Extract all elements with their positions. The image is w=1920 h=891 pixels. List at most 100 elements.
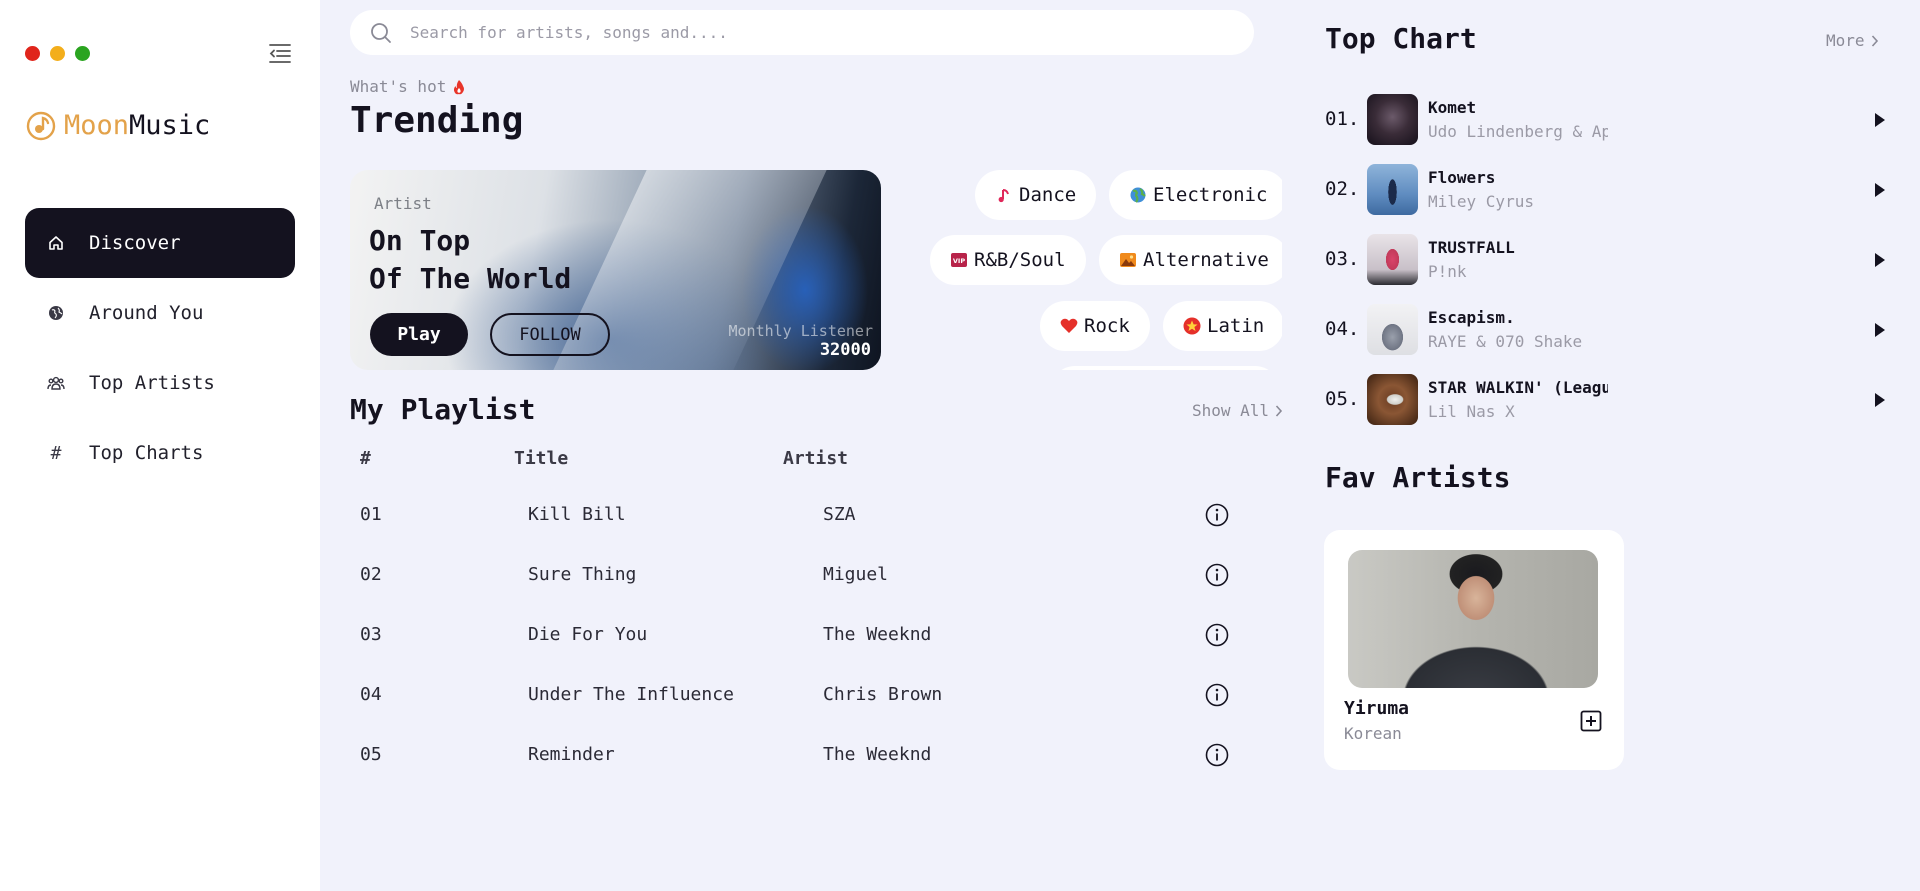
- nav-item-top-artists[interactable]: Top Artists: [25, 348, 295, 418]
- genre-label: Latin: [1207, 315, 1265, 337]
- chevron-right-icon: [1871, 34, 1878, 47]
- playlist-row[interactable]: 01 Kill Bill SZA: [350, 500, 1250, 560]
- play-icon[interactable]: [1875, 393, 1885, 407]
- hero-title: On Top Of The World: [369, 222, 571, 298]
- home-icon: [47, 234, 65, 252]
- monthly-listener-label: Monthly Listener: [728, 322, 874, 340]
- genre-label: Alternative: [1143, 249, 1269, 271]
- brand-name-moon: Moon: [64, 110, 130, 141]
- sidebar: MoonMusic Discover Around You Top Artist…: [0, 0, 320, 891]
- play-icon[interactable]: [1875, 113, 1885, 127]
- nav-label: Around You: [89, 302, 204, 324]
- playlist-row[interactable]: 05 Reminder The Weeknd: [350, 740, 1250, 800]
- genre-label: R&B/Soul: [974, 249, 1066, 271]
- hero-title-line1: On Top: [369, 224, 471, 257]
- play-icon[interactable]: [1875, 183, 1885, 197]
- chart-song-title: STAR WALKIN' (League of Legends Worlds A…: [1428, 378, 1608, 397]
- more-label: More: [1826, 31, 1865, 50]
- info-icon[interactable]: [1205, 623, 1229, 647]
- info-icon[interactable]: [1205, 683, 1229, 707]
- main-nav: Discover Around You Top Artists # Top Ch…: [25, 208, 295, 488]
- genre-label: Rock: [1084, 315, 1130, 337]
- menu-collapse-icon: [269, 44, 291, 63]
- genre-chip-rnb-soul[interactable]: VIP R&B/Soul: [930, 235, 1086, 285]
- playlist-row-title: Die For You: [528, 624, 648, 645]
- nav-item-discover[interactable]: Discover: [25, 208, 295, 278]
- genre-chip-dance[interactable]: Dance: [975, 170, 1097, 220]
- chart-rank: 02.: [1325, 178, 1360, 200]
- image-icon: [1119, 251, 1137, 269]
- play-icon[interactable]: [1875, 323, 1885, 337]
- playlist-row[interactable]: 03 Die For You The Weeknd: [350, 620, 1250, 680]
- chart-song-title: Escapism.: [1428, 308, 1515, 327]
- trending-title: Trending: [350, 100, 524, 141]
- info-icon[interactable]: [1205, 563, 1229, 587]
- search-bar: [350, 10, 1254, 55]
- chevron-right-icon: [1275, 404, 1283, 417]
- fire-icon: [454, 79, 465, 94]
- chart-song-artist: Miley Cyrus: [1428, 192, 1534, 211]
- chart-song-artist: Lil Nas X: [1428, 402, 1515, 421]
- globe-icon: [47, 304, 65, 322]
- maximize-window-button[interactable]: [75, 46, 90, 61]
- info-icon[interactable]: [1205, 503, 1229, 527]
- nav-item-top-charts[interactable]: # Top Charts: [25, 418, 295, 488]
- playlist-row-num: 05: [360, 744, 382, 765]
- chart-song-title: Flowers: [1428, 168, 1496, 187]
- top-chart-item[interactable]: 03. TRUSTFALL P!nk: [1325, 234, 1885, 286]
- chart-song-title: Komet: [1428, 98, 1477, 117]
- chart-rank: 05.: [1325, 388, 1360, 410]
- playlist-row-num: 02: [360, 564, 382, 585]
- hero-title-line2: Of The World: [369, 262, 572, 295]
- playlist-header-title: Title: [514, 448, 569, 469]
- playlist-row[interactable]: 02 Sure Thing Miguel: [350, 560, 1250, 620]
- chart-song-artist: P!nk: [1428, 262, 1467, 281]
- playlist-header-num: #: [360, 448, 371, 469]
- genre-chip-rock[interactable]: Rock: [1040, 301, 1150, 351]
- close-window-button[interactable]: [25, 46, 40, 61]
- search-icon: [371, 22, 391, 43]
- brand-name-music: Music: [129, 110, 211, 141]
- earth-icon: [1129, 186, 1147, 204]
- trending-hero-card[interactable]: Artist On Top Of The World Play FOLLOW M…: [350, 170, 881, 370]
- genre-chip-latin[interactable]: Latin: [1163, 301, 1282, 351]
- hero-kicker: Artist: [374, 194, 432, 213]
- album-cover: [1367, 234, 1418, 285]
- playlist-row-artist: The Weeknd: [823, 624, 932, 645]
- nav-item-around-you[interactable]: Around You: [25, 278, 295, 348]
- top-chart-item[interactable]: 02. Flowers Miley Cyrus: [1325, 164, 1885, 216]
- brand-logo[interactable]: MoonMusic: [26, 110, 210, 141]
- nav-label: Discover: [89, 232, 181, 254]
- svg-text:VIP: VIP: [953, 257, 965, 265]
- genre-chip-electronic[interactable]: Electronic: [1109, 170, 1282, 220]
- collapse-menu-button[interactable]: [268, 42, 294, 64]
- genre-chips: Dance Electronic VIP R&B/Soul Alternativ…: [920, 170, 1282, 370]
- chart-rank: 04.: [1325, 318, 1360, 340]
- show-all-link[interactable]: Show All: [1192, 401, 1283, 420]
- artist-card[interactable]: Yiruma Korean: [1324, 530, 1624, 770]
- playlist-row-title: Under The Influence: [528, 684, 734, 705]
- playlist-row-artist: The Weeknd: [823, 744, 932, 765]
- album-cover: [1367, 94, 1418, 145]
- vip-icon: VIP: [950, 251, 968, 269]
- top-chart-title: Top Chart: [1325, 22, 1477, 55]
- add-square-icon[interactable]: [1580, 710, 1602, 732]
- monthly-listener-value: 32000: [819, 340, 871, 360]
- top-chart-item[interactable]: 05. STAR WALKIN' (League of Legends Worl…: [1325, 374, 1885, 426]
- play-button[interactable]: Play: [370, 313, 468, 356]
- genre-chip-partial[interactable]: [1050, 366, 1280, 370]
- minimize-window-button[interactable]: [50, 46, 65, 61]
- search-input[interactable]: [410, 23, 1210, 42]
- window-controls: [25, 46, 90, 61]
- follow-button[interactable]: FOLLOW: [490, 313, 610, 356]
- playlist-row[interactable]: 04 Under The Influence Chris Brown: [350, 680, 1250, 740]
- moon-music-logo-icon: [26, 111, 56, 140]
- top-chart-item[interactable]: 01. Komet Udo Lindenberg & Apache 207: [1325, 94, 1885, 146]
- genre-chip-alternative[interactable]: Alternative: [1099, 235, 1282, 285]
- info-icon[interactable]: [1205, 743, 1229, 767]
- artist-genre: Korean: [1344, 724, 1402, 743]
- artist-photo: [1348, 550, 1598, 688]
- top-chart-item[interactable]: 04. Escapism. RAYE & 070 Shake: [1325, 304, 1885, 356]
- top-chart-more-link[interactable]: More: [1826, 31, 1879, 50]
- play-icon[interactable]: [1875, 253, 1885, 267]
